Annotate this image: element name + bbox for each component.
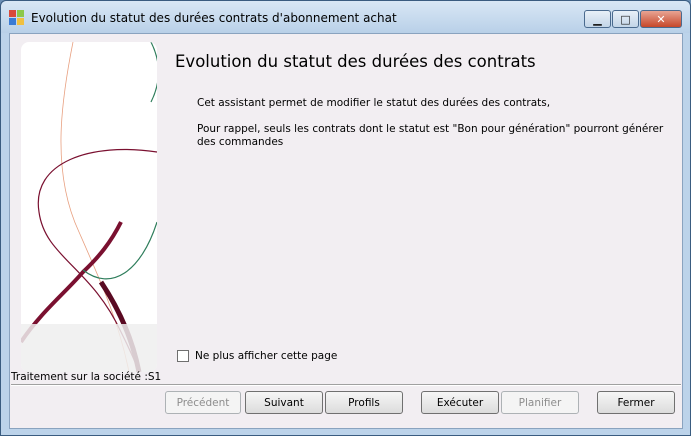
dont-show-again-label[interactable]: Ne plus afficher cette page [195,350,337,362]
execute-button[interactable]: Exécuter [421,391,499,414]
decorative-swirl-image [21,42,157,372]
app-icon [9,10,25,26]
maximize-button[interactable]: □ [612,10,639,28]
reminder-text: Pour rappel, seuls les contrats dont le … [197,123,664,148]
title-bar[interactable]: Evolution du statut des durées contrats … [1,1,690,33]
window-title: Evolution du statut des durées contrats … [31,11,397,25]
schedule-button[interactable]: Planifier [501,391,579,414]
next-button[interactable]: Suivant [245,391,323,414]
swirl-lines-graphic [21,42,157,372]
company-status: Traitement sur la société :S1 [11,371,162,383]
window-controls: ▁ □ ✕ [584,10,682,28]
close-button[interactable]: Fermer [597,391,675,414]
dont-show-again-checkbox[interactable] [177,350,189,362]
profiles-button[interactable]: Profils [325,391,403,414]
footer-divider [11,384,681,386]
minimize-button[interactable]: ▁ [584,10,611,28]
intro-text: Cet assistant permet de modifier le stat… [197,97,551,109]
page-title: Evolution du statut des durées des contr… [175,52,536,71]
dont-show-again-option[interactable]: Ne plus afficher cette page [177,350,337,362]
previous-button[interactable]: Précédent [165,391,241,414]
wizard-page: Evolution du statut des durées des contr… [9,33,683,429]
close-window-button[interactable]: ✕ [640,10,682,28]
wizard-window: Evolution du statut des durées contrats … [0,0,691,436]
